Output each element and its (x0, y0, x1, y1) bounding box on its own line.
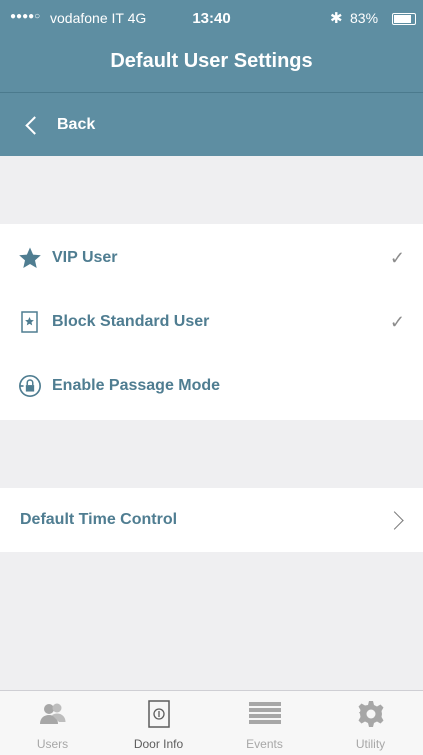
tab-utility[interactable]: Utility (318, 691, 423, 755)
tab-events[interactable]: Events (212, 691, 317, 755)
option-label: Enable Passage Mode (52, 377, 221, 394)
list-icon (212, 699, 317, 729)
users-icon (0, 699, 105, 729)
option-vip-user[interactable]: VIP User ✓ (0, 226, 423, 290)
door-icon (106, 699, 211, 729)
star-card-icon (18, 310, 42, 334)
tab-users[interactable]: Users (0, 691, 105, 755)
page-title: Default User Settings (110, 50, 313, 72)
tab-label: Events (246, 737, 283, 751)
default-time-control-row[interactable]: Default Time Control (0, 488, 423, 552)
battery-percent: 83% (350, 10, 379, 26)
tab-bar: Users Door Info Events Utility (0, 690, 423, 755)
back-label: Back (57, 116, 96, 133)
tab-label: Users (36, 737, 69, 751)
option-label: VIP User (52, 249, 118, 266)
checkmark-icon: ✓ (389, 247, 405, 268)
tab-label: Utility (355, 737, 386, 751)
star-icon (18, 246, 42, 270)
time-control-section: Default Time Control (0, 488, 423, 552)
checkmark-icon: ✓ (389, 311, 405, 332)
status-bar: ●●●●○ vodafone IT 4G 13:40 ✱ 83% (0, 0, 423, 36)
tab-label: Door Info (133, 737, 184, 751)
passage-lock-icon (18, 374, 42, 398)
time-control-label: Default Time Control (20, 511, 178, 528)
option-enable-passage-mode[interactable]: Enable Passage Mode (0, 354, 423, 418)
bluetooth-icon: ✱ (330, 10, 343, 27)
back-button[interactable]: Back (22, 110, 95, 140)
option-block-standard-user[interactable]: Block Standard User ✓ (0, 290, 423, 354)
chevron-right-icon (385, 510, 404, 530)
battery-icon (392, 13, 416, 25)
header: ●●●●○ vodafone IT 4G 13:40 ✱ 83% Default… (0, 0, 423, 156)
option-label: Block Standard User (52, 313, 210, 330)
options-section: VIP User ✓ Block Standard User ✓ Enable … (0, 224, 423, 420)
header-divider (0, 92, 423, 93)
chevron-left-icon (25, 115, 44, 135)
tab-door-info[interactable]: Door Info (106, 691, 211, 755)
gear-icon (318, 699, 423, 729)
